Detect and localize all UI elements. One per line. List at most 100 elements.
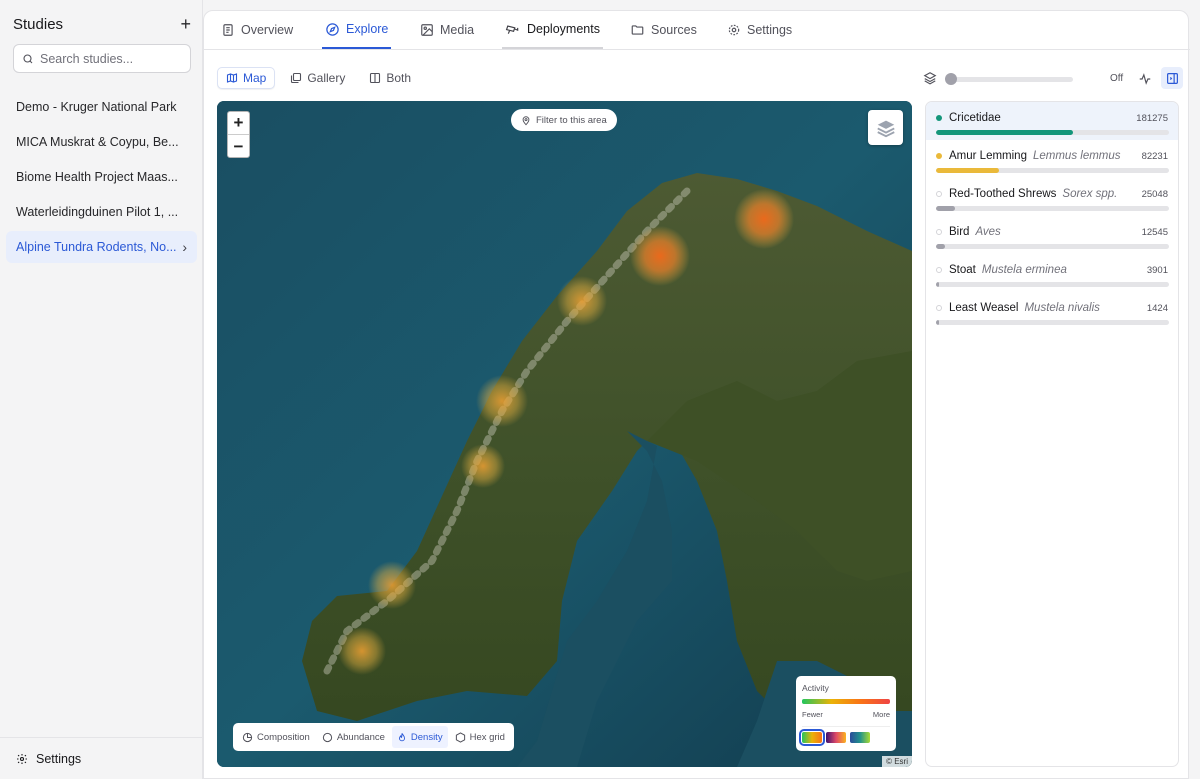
species-name: Red-Toothed Shrews — [949, 188, 1057, 200]
tab-sources[interactable]: Sources — [627, 11, 700, 49]
tab-label: Media — [440, 23, 475, 37]
map-mode-selector: Composition Abundance Density Hex grid — [233, 723, 514, 751]
species-count: 3901 — [1146, 264, 1168, 276]
mode-label: Composition — [257, 731, 310, 743]
study-label: Demo - Kruger National Park — [16, 100, 177, 114]
timeline-state: Off — [1110, 73, 1124, 84]
species-bar-fill — [936, 244, 946, 249]
main-panel: Overview Explore Media Deployments Sourc… — [203, 10, 1190, 779]
tab-label: Settings — [747, 23, 793, 37]
panel-right-icon — [1166, 72, 1178, 84]
species-scientific: Mustela erminea — [981, 264, 1067, 276]
species-bar-fill — [936, 320, 939, 325]
tab-overview[interactable]: Overview — [218, 11, 296, 49]
view-both-button[interactable]: Both — [360, 67, 420, 89]
timeline-track[interactable] — [949, 77, 1073, 82]
study-item[interactable]: Waterleidingduinen Pilot 1, ... — [6, 196, 197, 228]
study-item-active[interactable]: Alpine Tundra Rodents, No... › — [6, 231, 197, 263]
species-row[interactable]: Bird Aves 12545 — [926, 216, 1178, 254]
compass-icon — [326, 22, 339, 36]
palette-option-warm[interactable] — [799, 729, 825, 746]
search-input[interactable] — [40, 51, 180, 66]
species-row[interactable]: Stoat Mustela erminea 3901 — [926, 254, 1178, 292]
species-row[interactable]: Cricetidae 181275 — [926, 102, 1178, 140]
species-name: Amur Lemming — [949, 150, 1027, 162]
tab-label: Sources — [651, 23, 697, 37]
activity-legend: Activity Fewer More — [796, 676, 896, 751]
species-scientific: Mustela nivalis — [1024, 302, 1100, 314]
view-label: Both — [386, 71, 412, 85]
species-panel: Cricetidae 181275 Amur Lemming Lemmus le… — [925, 101, 1179, 767]
sidebar-settings-button[interactable]: Settings — [0, 737, 203, 779]
species-bar-fill — [936, 168, 999, 173]
studies-sidebar: Studies + Demo - Kruger National Park MI… — [0, 0, 203, 779]
species-bar — [936, 206, 1169, 211]
mode-hexgrid-button[interactable]: Hex grid — [450, 726, 510, 748]
species-scientific: Aves — [975, 226, 1001, 238]
species-color-dot — [936, 267, 942, 273]
species-row[interactable]: Red-Toothed Shrews Sorex spp. 25048 — [926, 178, 1178, 216]
species-color-dot — [936, 115, 942, 121]
map-pin-icon — [522, 115, 530, 125]
timeline-slider-handle[interactable] — [945, 73, 957, 85]
species-row[interactable]: Least Weasel Mustela nivalis 1424 — [926, 292, 1178, 330]
legend-high-label: More — [872, 710, 890, 719]
density-hotspot — [338, 627, 386, 675]
species-count: 12545 — [1141, 226, 1168, 238]
species-color-dot — [936, 305, 942, 311]
satellite-map[interactable] — [217, 101, 912, 767]
layers-icon — [876, 120, 895, 137]
species-scientific: Sorex spp. — [1062, 188, 1118, 200]
mode-density-button[interactable]: Density — [391, 726, 448, 748]
tab-settings[interactable]: Settings — [724, 11, 795, 49]
view-mode-toggle: Map Gallery Both — [217, 67, 420, 89]
document-icon — [223, 24, 233, 36]
toggle-panel-button[interactable] — [1161, 67, 1183, 89]
species-row[interactable]: Amur Lemming Lemmus lemmus 82231 — [926, 140, 1178, 178]
layer-switcher-button[interactable] — [868, 110, 903, 145]
study-search[interactable] — [13, 44, 191, 73]
study-item[interactable]: MICA Muskrat & Coypu, Be... — [6, 126, 197, 158]
species-count: 25048 — [1141, 188, 1168, 200]
species-name: Least Weasel — [949, 302, 1019, 314]
settings-label: Settings — [36, 751, 82, 766]
circle-icon — [322, 732, 332, 742]
mode-abundance-button[interactable]: Abundance — [317, 726, 390, 748]
view-map-button[interactable]: Map — [217, 67, 276, 89]
palette-option-viridis[interactable] — [850, 732, 870, 743]
study-label: Alpine Tundra Rodents, No... — [16, 240, 177, 254]
study-item[interactable]: Demo - Kruger National Park — [6, 91, 197, 123]
species-bar — [936, 244, 1169, 249]
zoom-in-button[interactable]: + — [228, 112, 249, 135]
species-color-dot — [936, 229, 942, 235]
tab-explore[interactable]: Explore — [322, 11, 392, 49]
study-label: MICA Muskrat & Coypu, Be... — [16, 135, 179, 149]
activity-icon[interactable] — [1138, 72, 1152, 86]
mode-composition-button[interactable]: Composition — [237, 726, 315, 748]
flame-icon — [398, 732, 405, 741]
species-bar-fill — [936, 282, 940, 287]
view-gallery-button[interactable]: Gallery — [281, 67, 354, 89]
timeline-control: Off — [923, 67, 1183, 89]
filter-to-area-button[interactable]: Filter to this area — [511, 109, 617, 131]
palette-option-magma[interactable] — [826, 732, 846, 743]
map-attribution[interactable]: © Esri — [882, 756, 912, 767]
species-color-dot — [936, 153, 942, 159]
map-view[interactable]: + − Filter to this area Composition Abun… — [217, 101, 912, 767]
add-study-button[interactable]: + — [180, 15, 191, 33]
image-icon — [421, 24, 433, 36]
search-icon — [23, 53, 33, 63]
palette-selector — [799, 726, 890, 746]
gallery-icon — [291, 72, 302, 84]
view-label: Gallery — [307, 71, 346, 85]
tab-label: Deployments — [527, 22, 600, 36]
species-bar — [936, 130, 1169, 135]
tab-label: Overview — [241, 23, 294, 37]
species-bar — [936, 282, 1169, 287]
study-item[interactable]: Biome Health Project Maas... — [6, 161, 197, 193]
tab-deployments[interactable]: Deployments — [502, 11, 603, 49]
zoom-out-button[interactable]: − — [228, 135, 249, 158]
gear-icon — [728, 24, 740, 36]
chevron-right-icon: › — [182, 239, 187, 255]
tab-media[interactable]: Media — [417, 11, 477, 49]
